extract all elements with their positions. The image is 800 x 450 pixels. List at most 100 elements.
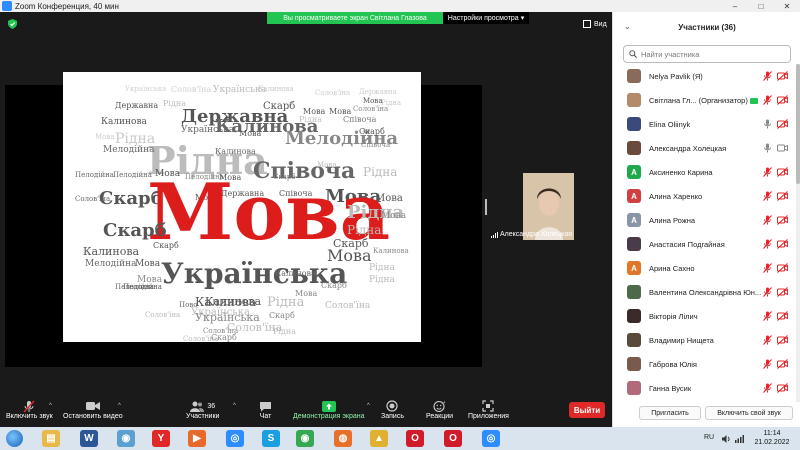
camera-icon[interactable] — [777, 143, 788, 153]
apps-button[interactable]: Приложения — [468, 399, 509, 420]
taskbar-app-yandex-icon[interactable]: Y — [152, 430, 170, 447]
share-screen-button[interactable]: Демонстрация экрана — [293, 399, 365, 420]
minimize-button[interactable]: – — [722, 0, 748, 12]
chevron-up-icon[interactable]: ^ — [367, 403, 370, 409]
record-button[interactable]: Запись — [381, 399, 404, 420]
mic-muted-icon[interactable] — [763, 71, 772, 81]
avatar — [627, 285, 641, 299]
participant-row[interactable]: Валентина Олександрівна Юн... — [613, 280, 795, 304]
taskbar-app-opera-icon[interactable]: O — [406, 430, 424, 447]
participant-row[interactable]: Elina Oliinyk — [613, 112, 795, 136]
taskbar-app-opera2-icon[interactable]: O — [444, 430, 462, 447]
taskbar-app-zoom2-icon[interactable]: ◎ — [482, 430, 500, 447]
participant-row[interactable]: Габрова Юлія — [613, 352, 795, 376]
close-button[interactable]: ✕ — [774, 0, 800, 12]
camera-off-icon[interactable] — [777, 95, 788, 105]
participant-name-text: Александра Холецкая — [649, 144, 727, 153]
camera-off-icon[interactable] — [777, 119, 788, 129]
view-button[interactable]: Вид — [583, 20, 607, 28]
camera-off-icon[interactable] — [777, 311, 788, 321]
resize-handle[interactable] — [485, 199, 487, 215]
leave-button[interactable]: Выйти — [569, 402, 605, 418]
cloud-word: Державна — [359, 88, 397, 96]
cloud-word: Солов'їна — [75, 195, 111, 203]
mic-muted-icon[interactable] — [763, 263, 772, 273]
mic-muted-icon[interactable] — [763, 383, 772, 393]
participants-button[interactable]: 36 Участники — [186, 399, 219, 420]
participant-row[interactable]: Nelya Pavlik (Я) — [613, 64, 795, 88]
record-label: Запись — [381, 413, 404, 420]
network-icon[interactable] — [735, 435, 744, 443]
camera-off-icon[interactable] — [777, 263, 788, 273]
participant-row[interactable]: Світлана Гл... (Организатор) — [613, 88, 795, 112]
view-options-button[interactable]: Настройки просмотра ▾ — [443, 12, 529, 24]
taskbar-app-firefox-icon[interactable]: ◍ — [334, 430, 352, 447]
mic-muted-icon[interactable] — [763, 95, 772, 105]
start-button[interactable] — [6, 430, 23, 447]
camera-off-icon[interactable] — [777, 239, 788, 249]
unmute-self-button[interactable]: Включить свой звук — [705, 406, 793, 420]
mic-muted-icon[interactable] — [763, 239, 772, 249]
chevron-up-icon[interactable]: ^ — [233, 403, 236, 409]
view-label: Вид — [594, 20, 607, 28]
mic-muted-icon[interactable] — [763, 287, 772, 297]
participant-row[interactable]: А Алина Харенко — [613, 184, 795, 208]
chevron-up-icon[interactable]: ^ — [118, 403, 121, 409]
invite-button[interactable]: Пригласить — [639, 406, 701, 420]
mic-muted-icon[interactable] — [763, 359, 772, 369]
camera-off-icon[interactable] — [777, 215, 788, 225]
avatar-initial: А — [631, 215, 637, 225]
participant-row[interactable]: А Арина Сахно — [613, 256, 795, 280]
participant-name-text: Арина Сахно — [649, 264, 695, 273]
participant-row[interactable]: Анастасия Подгайная — [613, 232, 795, 256]
camera-off-icon[interactable] — [777, 167, 788, 177]
camera-off-icon[interactable] — [777, 71, 788, 81]
mic-muted-icon[interactable] — [763, 167, 772, 177]
mic-muted-icon[interactable] — [763, 335, 772, 345]
participant-row[interactable]: Ганна Вусик — [613, 376, 795, 400]
participant-row[interactable]: Александра Холецкая — [613, 136, 795, 160]
participant-row[interactable]: А Аксиненко Карина — [613, 160, 795, 184]
taskbar-clock[interactable]: 11:14 21.02.2022 — [752, 429, 792, 447]
participant-scrollbar[interactable] — [796, 64, 800, 402]
search-input[interactable] — [641, 49, 781, 59]
taskbar-app-media-icon[interactable]: ▶ — [188, 430, 206, 447]
camera-off-icon[interactable] — [777, 359, 788, 369]
participant-name-text: Ганна Вусик — [649, 384, 692, 393]
mic-icon[interactable] — [763, 143, 772, 153]
mic-muted-icon[interactable] — [763, 191, 772, 201]
participant-row[interactable]: Вікторія Лілич — [613, 304, 795, 328]
taskbar-app-zoom-icon[interactable]: ◎ — [226, 430, 244, 447]
camera-off-icon[interactable] — [777, 287, 788, 297]
camera-off-icon[interactable] — [777, 335, 788, 345]
chat-button[interactable]: Чат — [259, 399, 272, 420]
camera-off-icon[interactable] — [777, 383, 788, 393]
cloud-word: Пово — [179, 301, 198, 309]
taskbar-app-word-icon[interactable]: W — [80, 430, 98, 447]
video-tile[interactable] — [523, 173, 574, 240]
reactions-button[interactable]: + Реакции — [426, 399, 453, 420]
participant-search[interactable] — [623, 45, 791, 63]
word-cloud: Українська Солов'їна Українська Калинова Сол… — [63, 72, 421, 342]
unmute-button[interactable]: Включить звук — [6, 399, 53, 420]
taskbar-app-chrome-icon[interactable]: ◉ — [296, 430, 314, 447]
mic-muted-icon[interactable] — [763, 215, 772, 225]
cloud-word: Скарб — [103, 220, 167, 241]
taskbar-app-skype-icon[interactable]: S — [262, 430, 280, 447]
mic-icon[interactable] — [763, 119, 772, 129]
chevron-up-icon[interactable]: ^ — [49, 403, 52, 409]
taskbar-app-network-icon[interactable]: ◉ — [117, 430, 135, 447]
participant-row[interactable]: Владимир Нищета — [613, 328, 795, 352]
stop-video-button[interactable]: Остановить видео — [63, 399, 123, 420]
taskbar-app-explorer-icon[interactable]: ▤ — [42, 430, 60, 447]
shield-icon[interactable] — [8, 19, 17, 29]
cloud-word: Мелодійна — [85, 259, 137, 269]
participant-row[interactable]: А Алина Рожна — [613, 208, 795, 232]
taskbar-app-alert-icon[interactable]: ▲ — [370, 430, 388, 447]
mic-muted-icon[interactable] — [763, 311, 772, 321]
language-indicator[interactable]: RU — [704, 434, 714, 441]
scrollbar-thumb[interactable] — [796, 64, 800, 184]
speaker-icon[interactable] — [722, 435, 731, 443]
maximize-button[interactable]: □ — [748, 0, 774, 12]
camera-off-icon[interactable] — [777, 191, 788, 201]
